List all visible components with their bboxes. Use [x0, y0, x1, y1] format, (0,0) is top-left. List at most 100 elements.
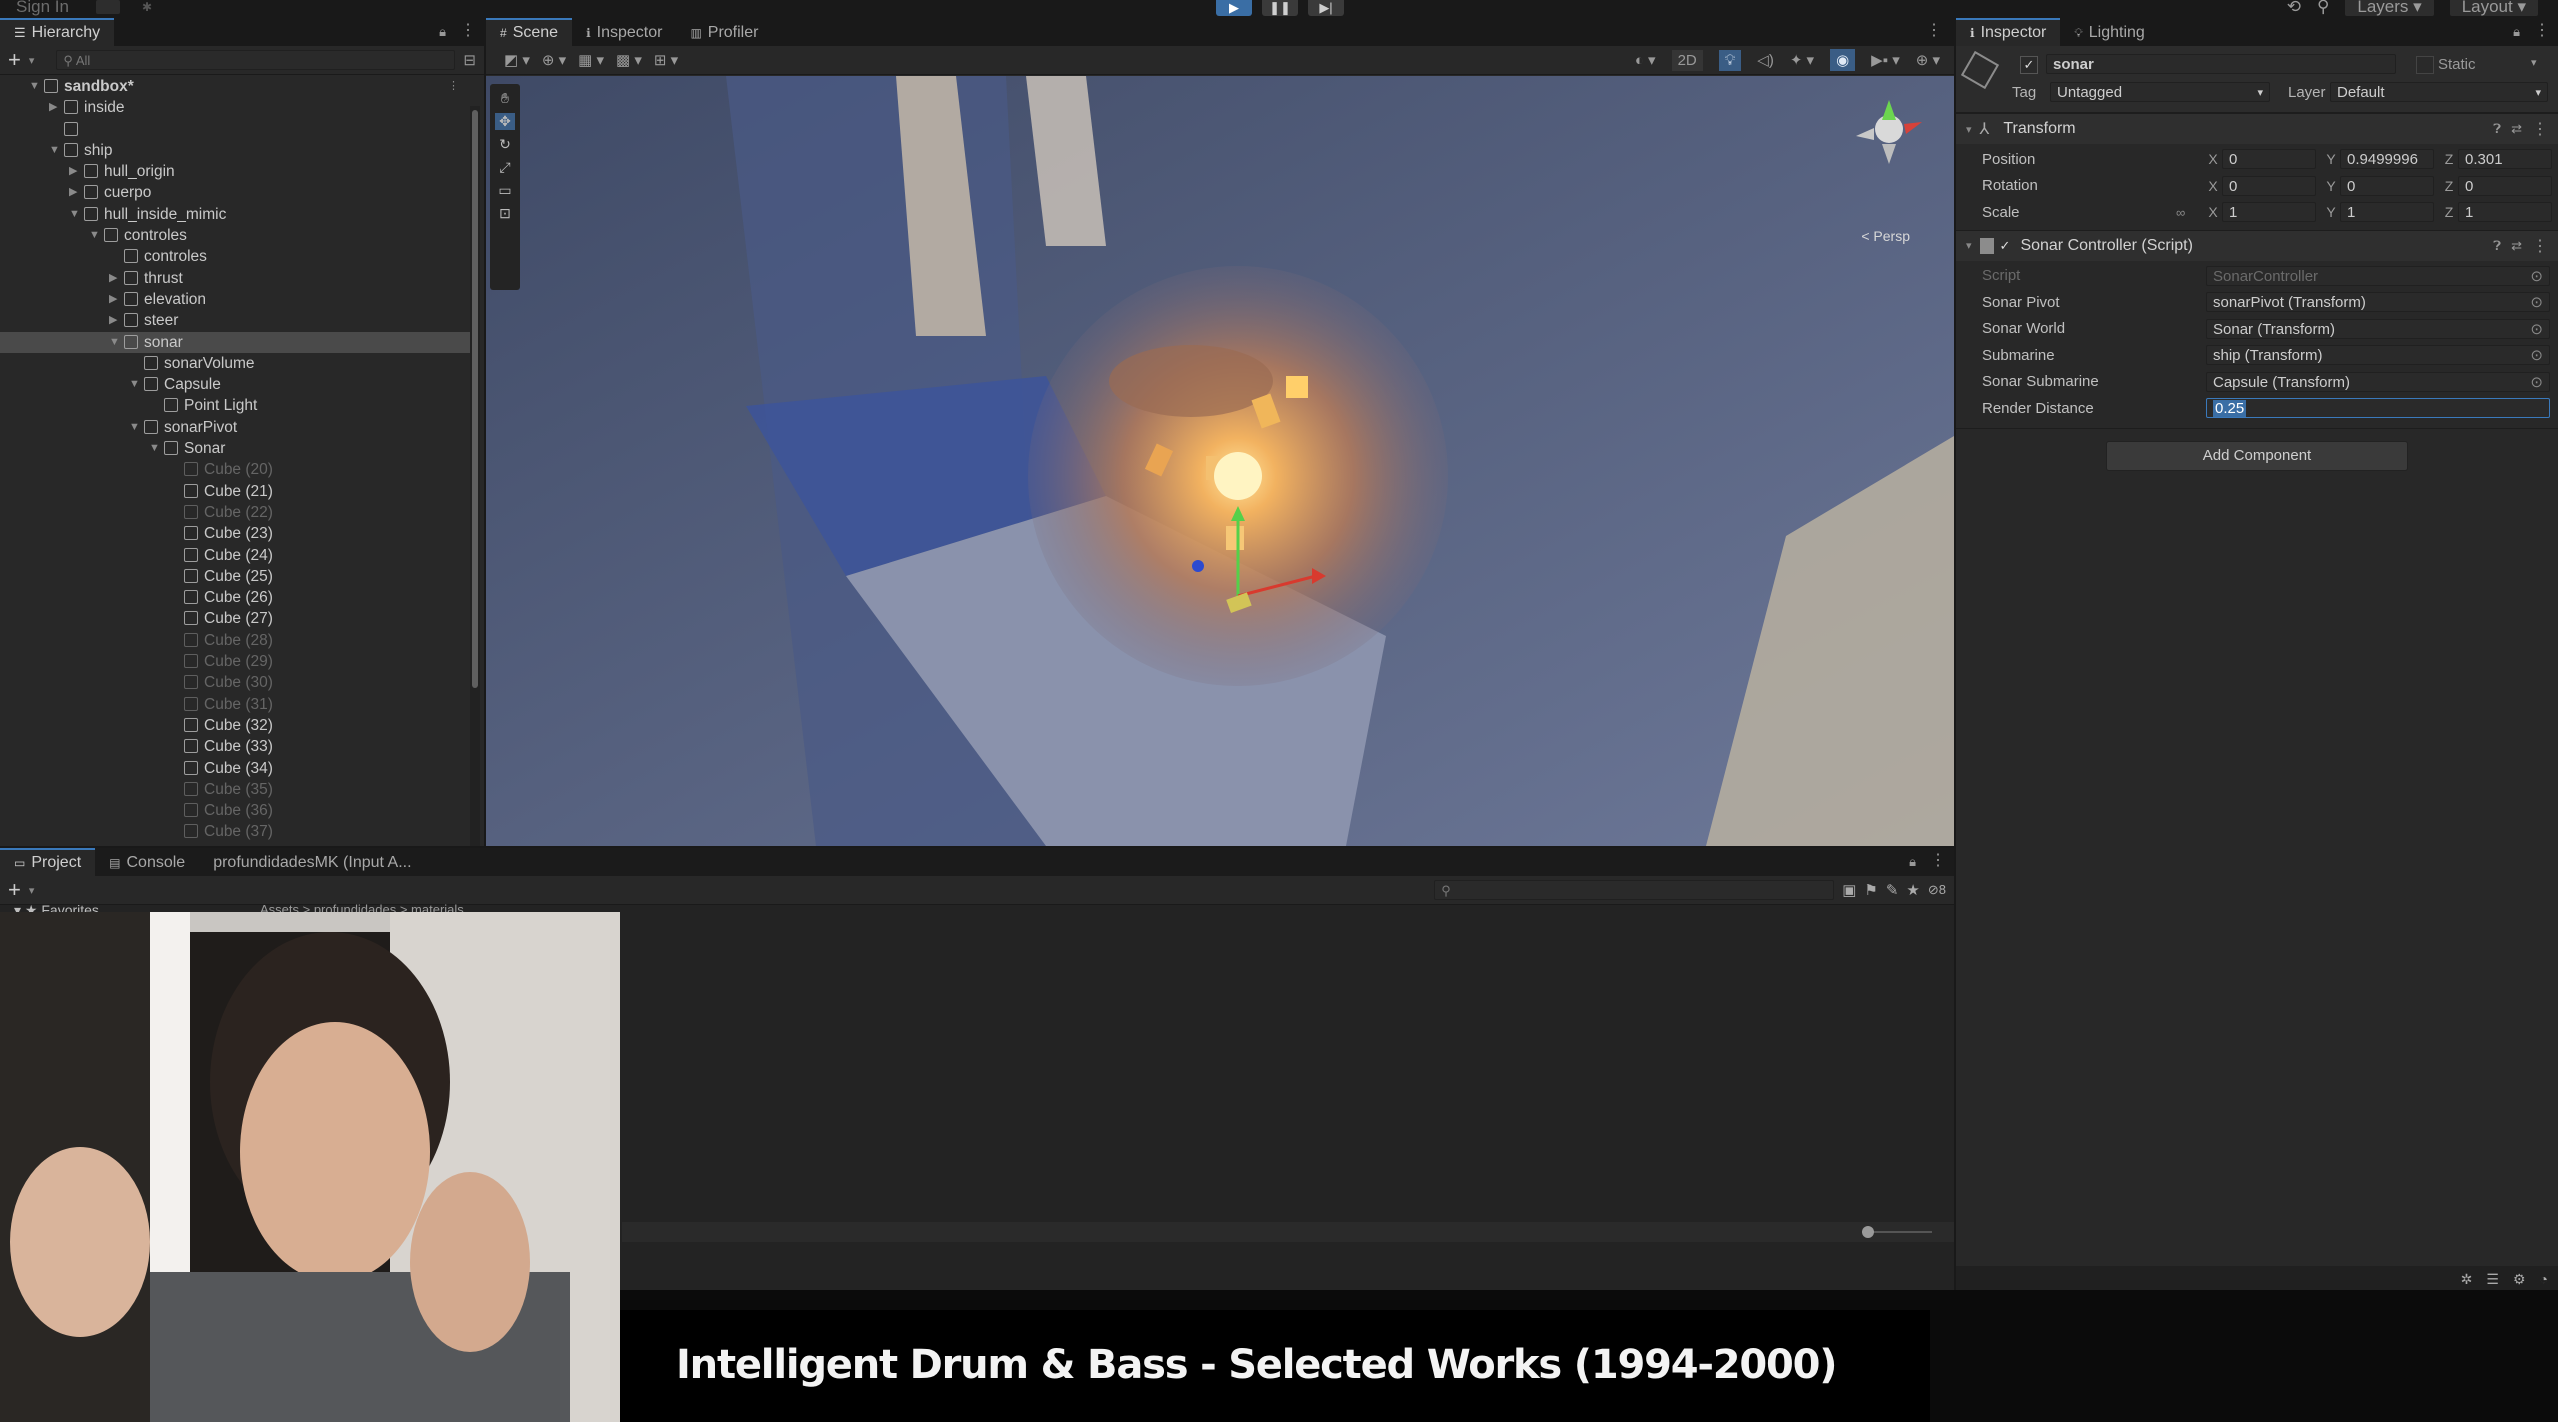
hierarchy-row[interactable]: Cube (26) — [0, 587, 470, 608]
hierarchy-row[interactable]: ▼ ship — [0, 140, 470, 161]
gizmos-icon[interactable]: ⊕ ▾ — [1916, 51, 1940, 69]
hierarchy-row[interactable]: Cube (24) — [0, 545, 470, 566]
rect-tool-icon[interactable]: ▭ — [498, 182, 511, 199]
hierarchy-row[interactable]: ▼ sandbox* ⋮ — [0, 76, 470, 97]
hierarchy-row[interactable]: Cube (25) — [0, 566, 470, 587]
hidden-objects-icon[interactable]: ◉ — [1830, 49, 1856, 71]
object-picker-icon[interactable]: ⊙ — [2530, 293, 2543, 311]
active-checkbox[interactable]: ✓ — [2020, 56, 2038, 74]
transform-tools-icon[interactable]: ◩ ▾ — [504, 51, 530, 69]
zoom-slider-thumb[interactable] — [1862, 1226, 1874, 1238]
chevron-right-icon[interactable]: ▶ — [109, 268, 119, 289]
position-y-field[interactable]: 0.9499996 — [2340, 149, 2434, 170]
object-reference-field[interactable]: sonarPivot (Transform) ⊙ — [2206, 292, 2550, 313]
chevron-right-icon[interactable]: ▶ — [109, 310, 119, 331]
scene-visibility-icon[interactable]: ⊟ — [463, 51, 476, 69]
chevron-down-icon[interactable]: ▼ — [149, 438, 160, 459]
hierarchy-row[interactable]: Cube (37) — [0, 821, 470, 842]
preset-icon[interactable]: ⇄ — [2511, 121, 2522, 137]
more-options-icon[interactable]: ⋮ — [452, 20, 484, 46]
hierarchy-row[interactable]: ▶ inside — [0, 97, 470, 118]
chevron-down-icon[interactable]: ▼ — [69, 204, 80, 225]
play-button[interactable]: ▶ — [1216, 0, 1252, 16]
hierarchy-row[interactable]: ▼ controles — [0, 225, 470, 246]
hierarchy-row[interactable]: Cube (36) — [0, 800, 470, 821]
add-dropdown-icon[interactable]: ▾ — [29, 884, 35, 897]
transform-tool-icon[interactable]: ⊡ — [499, 205, 511, 222]
hierarchy-search-input[interactable]: ⚲ All — [56, 50, 456, 70]
object-reference-field[interactable]: Sonar (Transform) ⊙ — [2206, 318, 2550, 339]
hierarchy-row[interactable]: Cube (20) — [0, 459, 470, 480]
cloud-icon[interactable] — [96, 0, 120, 14]
layers-dropdown[interactable]: Layers ▾ — [2345, 0, 2434, 16]
layout-dropdown[interactable]: Layout ▾ — [2449, 0, 2538, 16]
hierarchy-row[interactable]: Cube (35) — [0, 779, 470, 800]
hierarchy-row[interactable]: Cube (33) — [0, 736, 470, 757]
hierarchy-row[interactable]: Cube (30) — [0, 672, 470, 693]
rotation-x-field[interactable]: 0 — [2222, 175, 2316, 196]
layer-dropdown[interactable]: Default ▾ — [2330, 82, 2548, 102]
object-picker-icon[interactable]: ⊙ — [2530, 320, 2543, 338]
settings-icon[interactable]: ⚙ — [2513, 1271, 2526, 1288]
hierarchy-row[interactable]: Cube (28) — [0, 630, 470, 651]
hierarchy-row[interactable]: Cube (22) — [0, 502, 470, 523]
hierarchy-row[interactable]: ▶ hull_origin — [0, 161, 470, 182]
script-component-header[interactable]: ▾ ✓ Sonar Controller (Script) ❓︎ ⇄ ⋮ — [1956, 229, 2558, 261]
search-icon[interactable]: ⚲ — [2317, 0, 2329, 17]
chevron-down-icon[interactable]: ▼ — [29, 76, 40, 97]
bug-icon[interactable]: ✲ — [2461, 1271, 2473, 1288]
camera-icon[interactable]: ▶▪ ▾ — [1871, 51, 1900, 69]
hierarchy-row[interactable]: Cube (32) — [0, 715, 470, 736]
scale-y-field[interactable]: 1 — [2340, 202, 2434, 223]
move-tool-icon[interactable]: ✥ — [495, 113, 515, 130]
hierarchy-row[interactable]: Cube (34) — [0, 758, 470, 779]
object-picker-icon[interactable]: ⊙ — [2530, 346, 2543, 364]
persp-label[interactable]: < Persp — [1861, 228, 1910, 244]
tab-lighting[interactable]: 💡︎ Lighting — [2060, 20, 2158, 46]
object-picker-icon[interactable]: ⊙ — [2530, 373, 2543, 391]
static-checkbox[interactable] — [2416, 56, 2434, 74]
help-icon[interactable]: ❓︎ — [2493, 238, 2501, 254]
transform-header[interactable]: ▾ ⅄ Transform ❓︎ ⇄ ⋮ — [1956, 113, 2558, 144]
hierarchy-row[interactable]: ▼ sonarPivot — [0, 417, 470, 438]
tab-inspector[interactable]: ℹ Inspector — [1956, 18, 2061, 46]
hierarchy-scrollbar[interactable] — [470, 106, 480, 846]
hierarchy-row[interactable] — [0, 119, 470, 140]
hierarchy-row[interactable]: ▶ elevation — [0, 289, 470, 310]
increment-snap-icon[interactable]: ⊞ ▾ — [654, 51, 678, 69]
scale-tool-icon[interactable]: ⤢ — [499, 159, 510, 176]
tab-console[interactable]: ▤ Console — [95, 850, 199, 876]
component-menu-icon[interactable]: ⋮ — [2532, 236, 2548, 256]
tab-profiler[interactable]: ▥ Profiler — [676, 20, 772, 46]
rotation-z-field[interactable]: 0 — [2458, 175, 2552, 196]
audio-toggle-icon[interactable]: ◁) — [1757, 51, 1774, 69]
add-component-button[interactable]: Add Component — [2106, 440, 2408, 471]
enabled-checkbox[interactable]: ✓ — [2000, 238, 2011, 254]
hierarchy-row[interactable]: Cube (31) — [0, 694, 470, 715]
chevron-down-icon[interactable]: ▼ — [109, 332, 120, 353]
chevron-down-icon[interactable]: ▼ — [89, 225, 100, 246]
scale-x-field[interactable]: 1 — [2222, 202, 2316, 223]
hierarchy-scroll-thumb[interactable] — [472, 110, 478, 688]
filter-type-icon[interactable]: ▣ — [1842, 881, 1856, 899]
scale-z-field[interactable]: 1 — [2458, 202, 2552, 223]
help-icon[interactable]: ❓︎ — [2493, 121, 2501, 137]
hierarchy-row[interactable]: ▶ thrust — [0, 268, 470, 289]
more-options-icon[interactable]: ⋮ — [1922, 850, 1954, 876]
chevron-right-icon[interactable]: ▶ — [49, 97, 59, 118]
position-x-field[interactable]: 0 — [2222, 149, 2316, 170]
collab-icon[interactable]: ✱ — [142, 0, 158, 14]
object-picker-icon[interactable]: ⊙ — [2530, 267, 2543, 285]
rotation-y-field[interactable]: 0 — [2340, 175, 2434, 196]
lock-icon[interactable]: 🔒︎ — [1903, 854, 1922, 876]
more-options-icon[interactable]: ⋮ — [2526, 20, 2558, 46]
tab-hierarchy[interactable]: ☰ Hierarchy — [0, 18, 115, 46]
rotate-tool-icon[interactable]: ↻ — [499, 136, 511, 153]
draw-mode-icon[interactable]: ◐ ▾ — [1635, 51, 1656, 69]
hierarchy-row[interactable]: Cube (29) — [0, 651, 470, 672]
hierarchy-row[interactable]: ▼ sonar — [0, 331, 470, 353]
scene-viewport[interactable]: ✋︎ ✥ ↻ ⤢ ▭ ⊡ < Persp — [486, 76, 1954, 846]
static-dropdown-icon[interactable]: ▾ — [2531, 56, 2537, 69]
component-menu-icon[interactable]: ⋮ — [2532, 119, 2548, 139]
object-reference-field[interactable]: ship (Transform) ⊙ — [2206, 345, 2550, 366]
